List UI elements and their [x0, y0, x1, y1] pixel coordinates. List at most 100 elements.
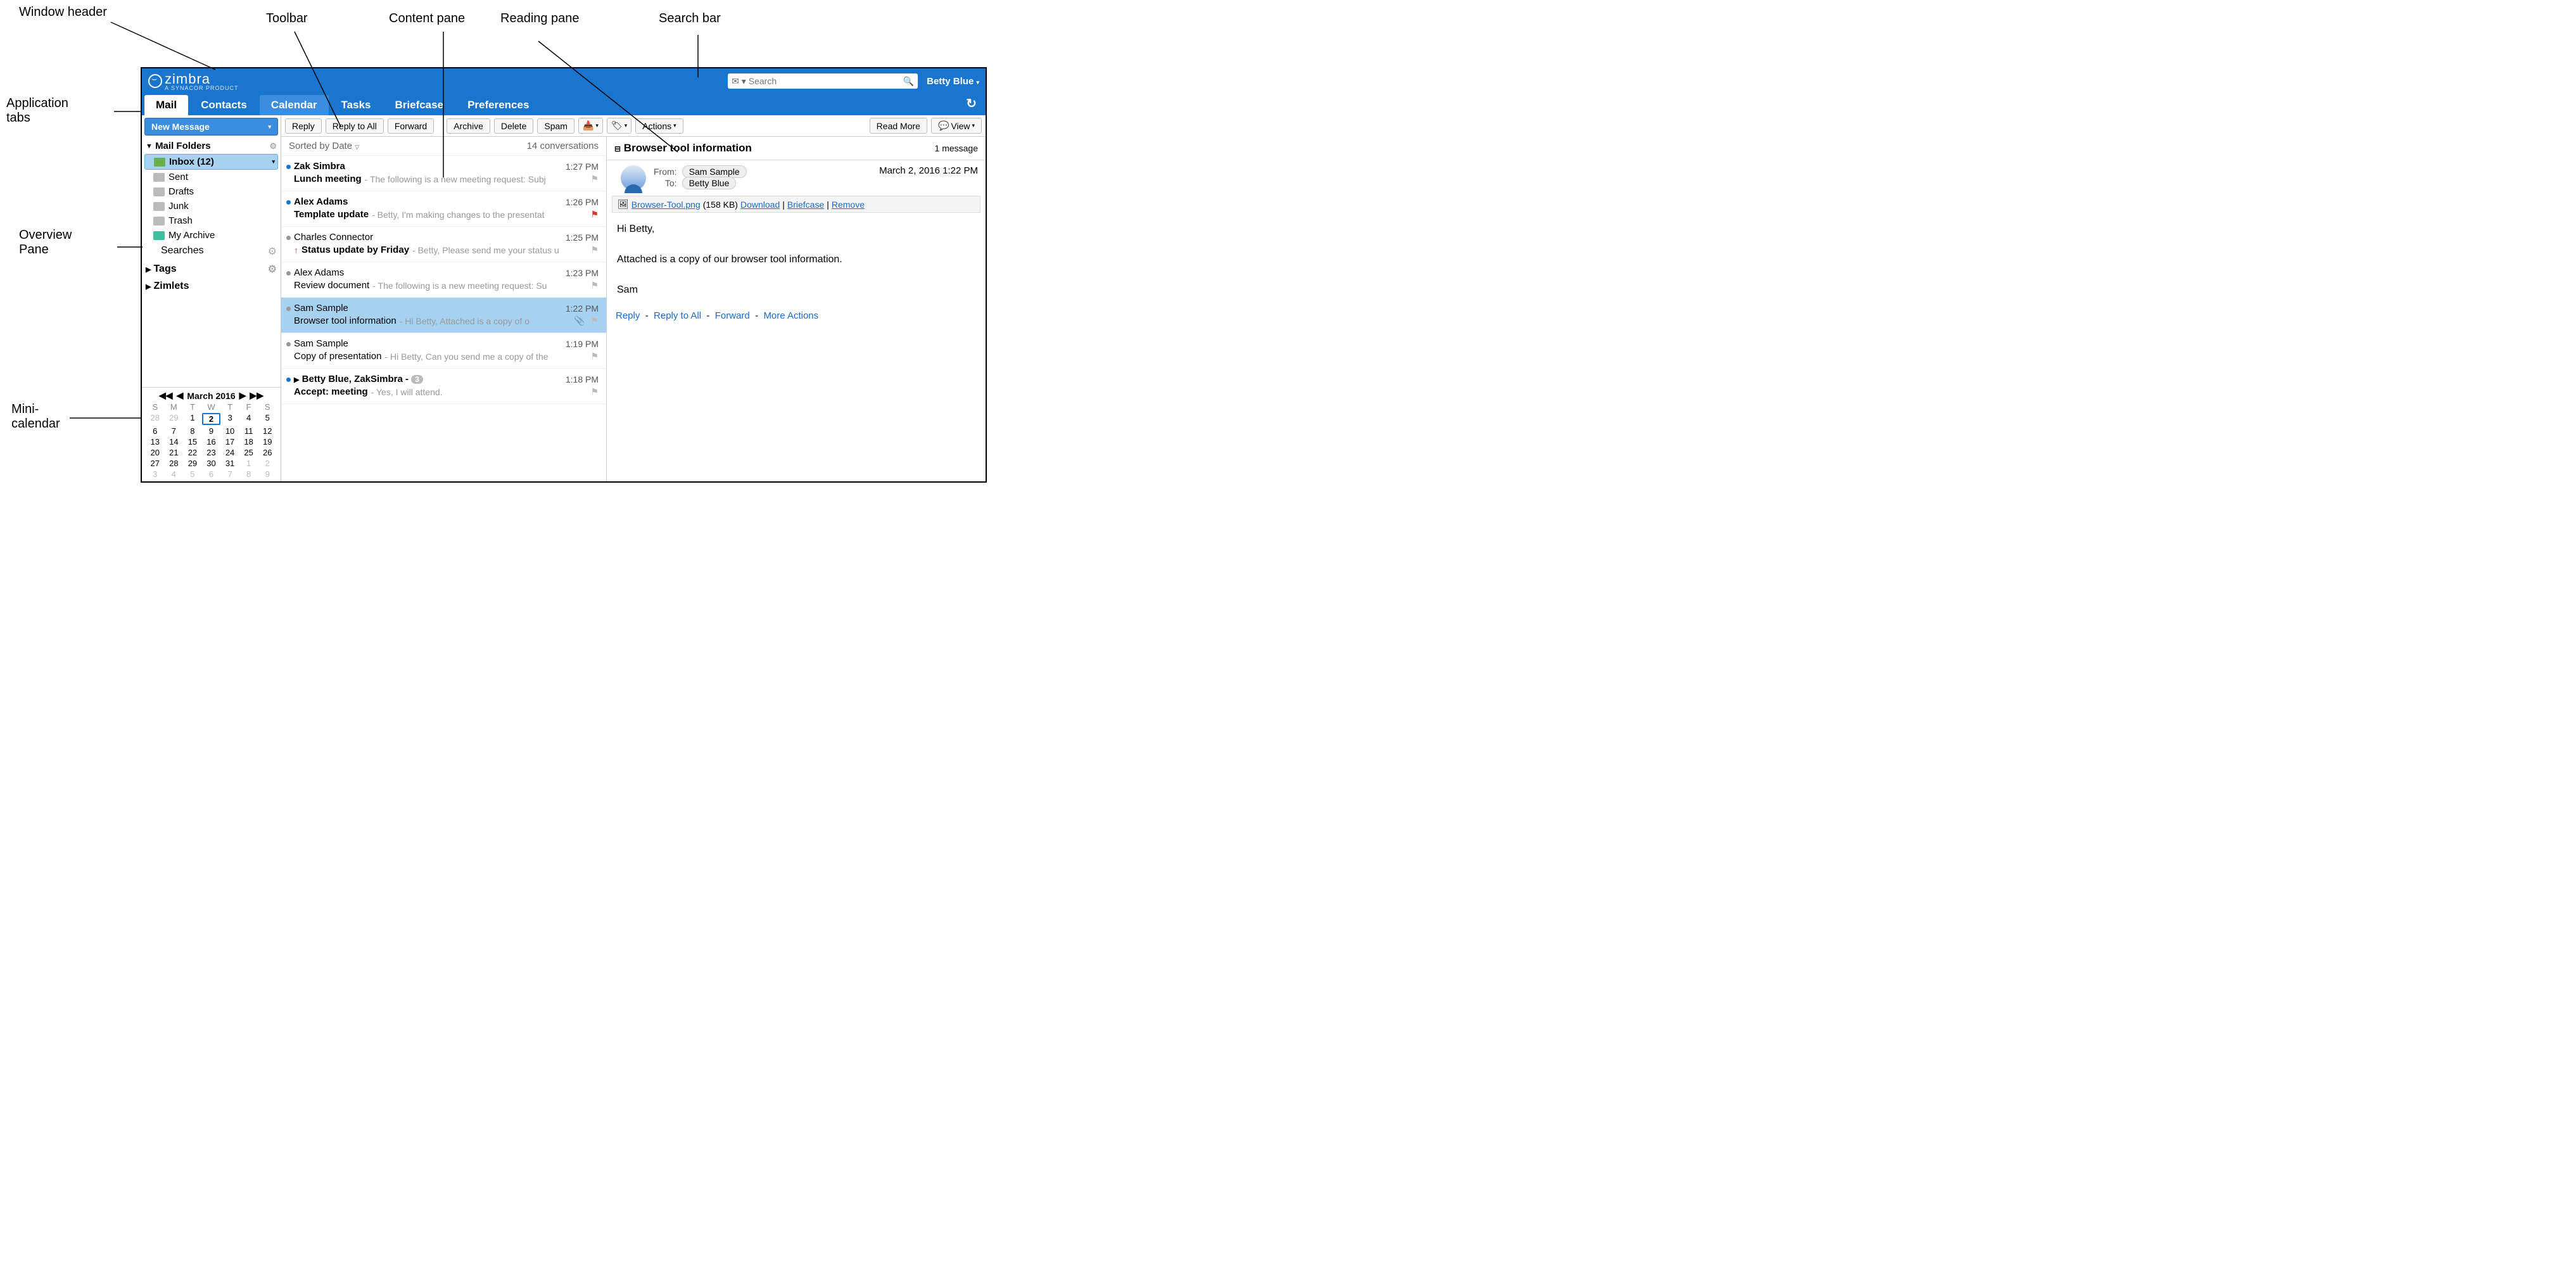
gear-icon[interactable]: ⚙ — [269, 141, 277, 151]
archive-button[interactable]: Archive — [447, 118, 490, 134]
read-more-button[interactable]: Read More — [870, 118, 927, 134]
cal-day[interactable]: 25 — [239, 448, 258, 457]
folder-trash[interactable]: Trash — [142, 213, 281, 228]
cal-day[interactable]: 2 — [202, 413, 221, 425]
refresh-icon[interactable]: ↻ — [966, 96, 977, 111]
message-item[interactable]: Charles Connector1:25 PM↑Status update b… — [281, 227, 606, 262]
attachment-name[interactable]: Browser-Tool.png — [631, 200, 701, 210]
search-input[interactable] — [749, 76, 901, 86]
message-item[interactable]: Zak Simbra1:27 PMLunch meeting - The fol… — [281, 156, 606, 191]
download-link[interactable]: Download — [740, 200, 780, 210]
mail-scope-icon[interactable]: ✉ ▾ — [732, 76, 746, 87]
folder-archive[interactable]: My Archive — [142, 228, 281, 243]
cal-day[interactable]: 16 — [202, 437, 221, 447]
delete-button[interactable]: Delete — [494, 118, 533, 134]
cal-day[interactable]: 7 — [165, 426, 184, 436]
expand-icon[interactable]: ▶ — [294, 376, 299, 384]
cal-day[interactable]: 5 — [258, 413, 277, 425]
cal-day[interactable]: 22 — [183, 448, 202, 457]
searches-header[interactable]: Searches⚙ — [142, 243, 281, 260]
cal-day[interactable]: 12 — [258, 426, 277, 436]
cal-next-year[interactable]: ▶▶ — [250, 390, 263, 401]
cal-day[interactable]: 18 — [239, 437, 258, 447]
flag-icon[interactable]: ⚑ — [590, 315, 599, 326]
to-pill[interactable]: Betty Blue — [682, 177, 737, 189]
flag-icon[interactable]: ⚑ — [590, 174, 599, 184]
spam-button[interactable]: Spam — [537, 118, 574, 134]
flag-icon[interactable]: ⚑ — [590, 209, 599, 220]
cal-day[interactable]: 11 — [239, 426, 258, 436]
tags-header[interactable]: ▶Tags⚙ — [142, 260, 281, 278]
new-message-button[interactable]: New Message ▾ — [144, 118, 278, 136]
mail-folders-header[interactable]: ▼ Mail Folders ⚙ — [142, 138, 281, 154]
cal-day[interactable]: 17 — [220, 437, 239, 447]
search-bar[interactable]: ✉ ▾ 🔍 — [728, 73, 918, 89]
cal-day[interactable]: 20 — [146, 448, 165, 457]
cal-day[interactable]: 24 — [220, 448, 239, 457]
cal-day[interactable]: 1 — [239, 459, 258, 468]
cal-prev-month[interactable]: ◀ — [177, 390, 184, 401]
briefcase-link[interactable]: Briefcase — [787, 200, 824, 210]
tab-briefcase[interactable]: Briefcase — [384, 95, 455, 115]
message-item[interactable]: Sam Sample1:19 PMCopy of presentation - … — [281, 333, 606, 369]
cal-day[interactable]: 23 — [202, 448, 221, 457]
forward-link[interactable]: Forward — [715, 310, 750, 321]
reply-button[interactable]: Reply — [285, 118, 322, 134]
remove-link[interactable]: Remove — [832, 200, 865, 210]
reply-link[interactable]: Reply — [616, 310, 640, 321]
folder-junk[interactable]: Junk — [142, 199, 281, 213]
message-item[interactable]: Sam Sample1:22 PMBrowser tool informatio… — [281, 298, 606, 333]
cal-day[interactable]: 8 — [239, 469, 258, 479]
search-icon[interactable]: 🔍 — [903, 76, 914, 87]
cal-day[interactable]: 1 — [183, 413, 202, 425]
cal-day[interactable]: 7 — [220, 469, 239, 479]
tab-calendar[interactable]: Calendar — [260, 95, 329, 115]
cal-next-month[interactable]: ▶ — [239, 390, 246, 401]
flag-icon[interactable]: ⚑ — [590, 280, 599, 291]
cal-prev-year[interactable]: ◀◀ — [159, 390, 173, 401]
view-button[interactable]: 💬 View ▾ — [931, 118, 982, 134]
cal-day[interactable]: 27 — [146, 459, 165, 468]
reply-all-button[interactable]: Reply to All — [326, 118, 384, 134]
cal-day[interactable]: 6 — [202, 469, 221, 479]
cal-day[interactable]: 13 — [146, 437, 165, 447]
cal-day[interactable]: 10 — [220, 426, 239, 436]
cal-day[interactable]: 9 — [258, 469, 277, 479]
collapse-icon[interactable]: ⊟ — [614, 144, 621, 153]
zimlets-header[interactable]: ▶Zimlets — [142, 278, 281, 295]
cal-day[interactable]: 2 — [258, 459, 277, 468]
forward-button[interactable]: Forward — [388, 118, 434, 134]
message-item[interactable]: ▶ Betty Blue, ZakSimbra - 31:18 PMAccept… — [281, 369, 606, 404]
cal-day[interactable]: 15 — [183, 437, 202, 447]
tab-tasks[interactable]: Tasks — [330, 95, 383, 115]
gear-icon[interactable]: ⚙ — [268, 245, 277, 258]
folder-sent[interactable]: Sent — [142, 170, 281, 184]
cal-day[interactable]: 6 — [146, 426, 165, 436]
cal-day[interactable]: 29 — [165, 413, 184, 425]
cal-day[interactable]: 28 — [165, 459, 184, 468]
folder-drafts[interactable]: Drafts — [142, 184, 281, 199]
gear-icon[interactable]: ⚙ — [268, 263, 277, 276]
tab-mail[interactable]: Mail — [144, 95, 188, 115]
cal-day[interactable]: 31 — [220, 459, 239, 468]
cal-day[interactable]: 9 — [202, 426, 221, 436]
reply-all-link[interactable]: Reply to All — [654, 310, 701, 321]
cal-day[interactable]: 14 — [165, 437, 184, 447]
cal-day[interactable]: 26 — [258, 448, 277, 457]
cal-day[interactable]: 21 — [165, 448, 184, 457]
cal-day[interactable]: 28 — [146, 413, 165, 425]
cal-day[interactable]: 5 — [183, 469, 202, 479]
folder-inbox[interactable]: Inbox (12) ▾ — [144, 154, 278, 170]
tag-button[interactable]: 🏷 ▾ — [607, 118, 631, 134]
cal-day[interactable]: 29 — [183, 459, 202, 468]
tab-preferences[interactable]: Preferences — [456, 95, 540, 115]
user-menu[interactable]: Betty Blue ▾ — [927, 76, 979, 87]
brand-logo[interactable]: zimbra A SYNACOR PRODUCT — [148, 71, 239, 91]
actions-button[interactable]: Actions ▾ — [635, 118, 683, 134]
message-list[interactable]: Zak Simbra1:27 PMLunch meeting - The fol… — [281, 156, 606, 481]
move-button[interactable]: 📥 ▾ — [578, 118, 603, 134]
more-actions-link[interactable]: More Actions — [763, 310, 818, 321]
flag-icon[interactable]: ⚑ — [590, 386, 599, 397]
cal-day[interactable]: 4 — [165, 469, 184, 479]
message-item[interactable]: Alex Adams1:23 PMReview document - The f… — [281, 262, 606, 298]
